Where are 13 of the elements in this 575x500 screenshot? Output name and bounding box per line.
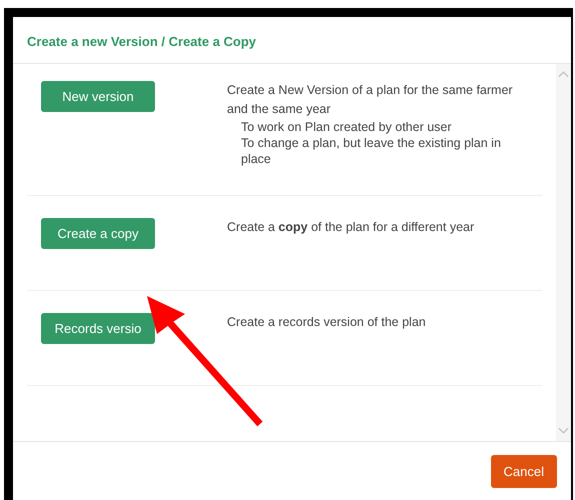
dialog-title: Create a new Version / Create a Copy xyxy=(27,34,256,49)
scrollbar[interactable] xyxy=(556,64,571,441)
option-description: Create a copy of the plan for a different year xyxy=(227,219,476,236)
scroll-down-icon[interactable] xyxy=(558,427,569,435)
option-button[interactable]: Records versio xyxy=(41,313,155,344)
option-button[interactable]: New version xyxy=(41,81,155,112)
scroll-up-icon[interactable] xyxy=(558,70,569,78)
cancel-button[interactable]: Cancel xyxy=(490,454,557,488)
option-note: To work on Plan created by other user xyxy=(240,119,453,135)
option-description: Create a records version of the plan xyxy=(227,314,427,331)
option-button[interactable]: Create a copy xyxy=(41,218,155,249)
option-note: To change a plan, but leave the existing plan in place xyxy=(240,135,502,167)
option-description: Create a New Version of a plan for the same farmer and the same year xyxy=(227,82,514,118)
